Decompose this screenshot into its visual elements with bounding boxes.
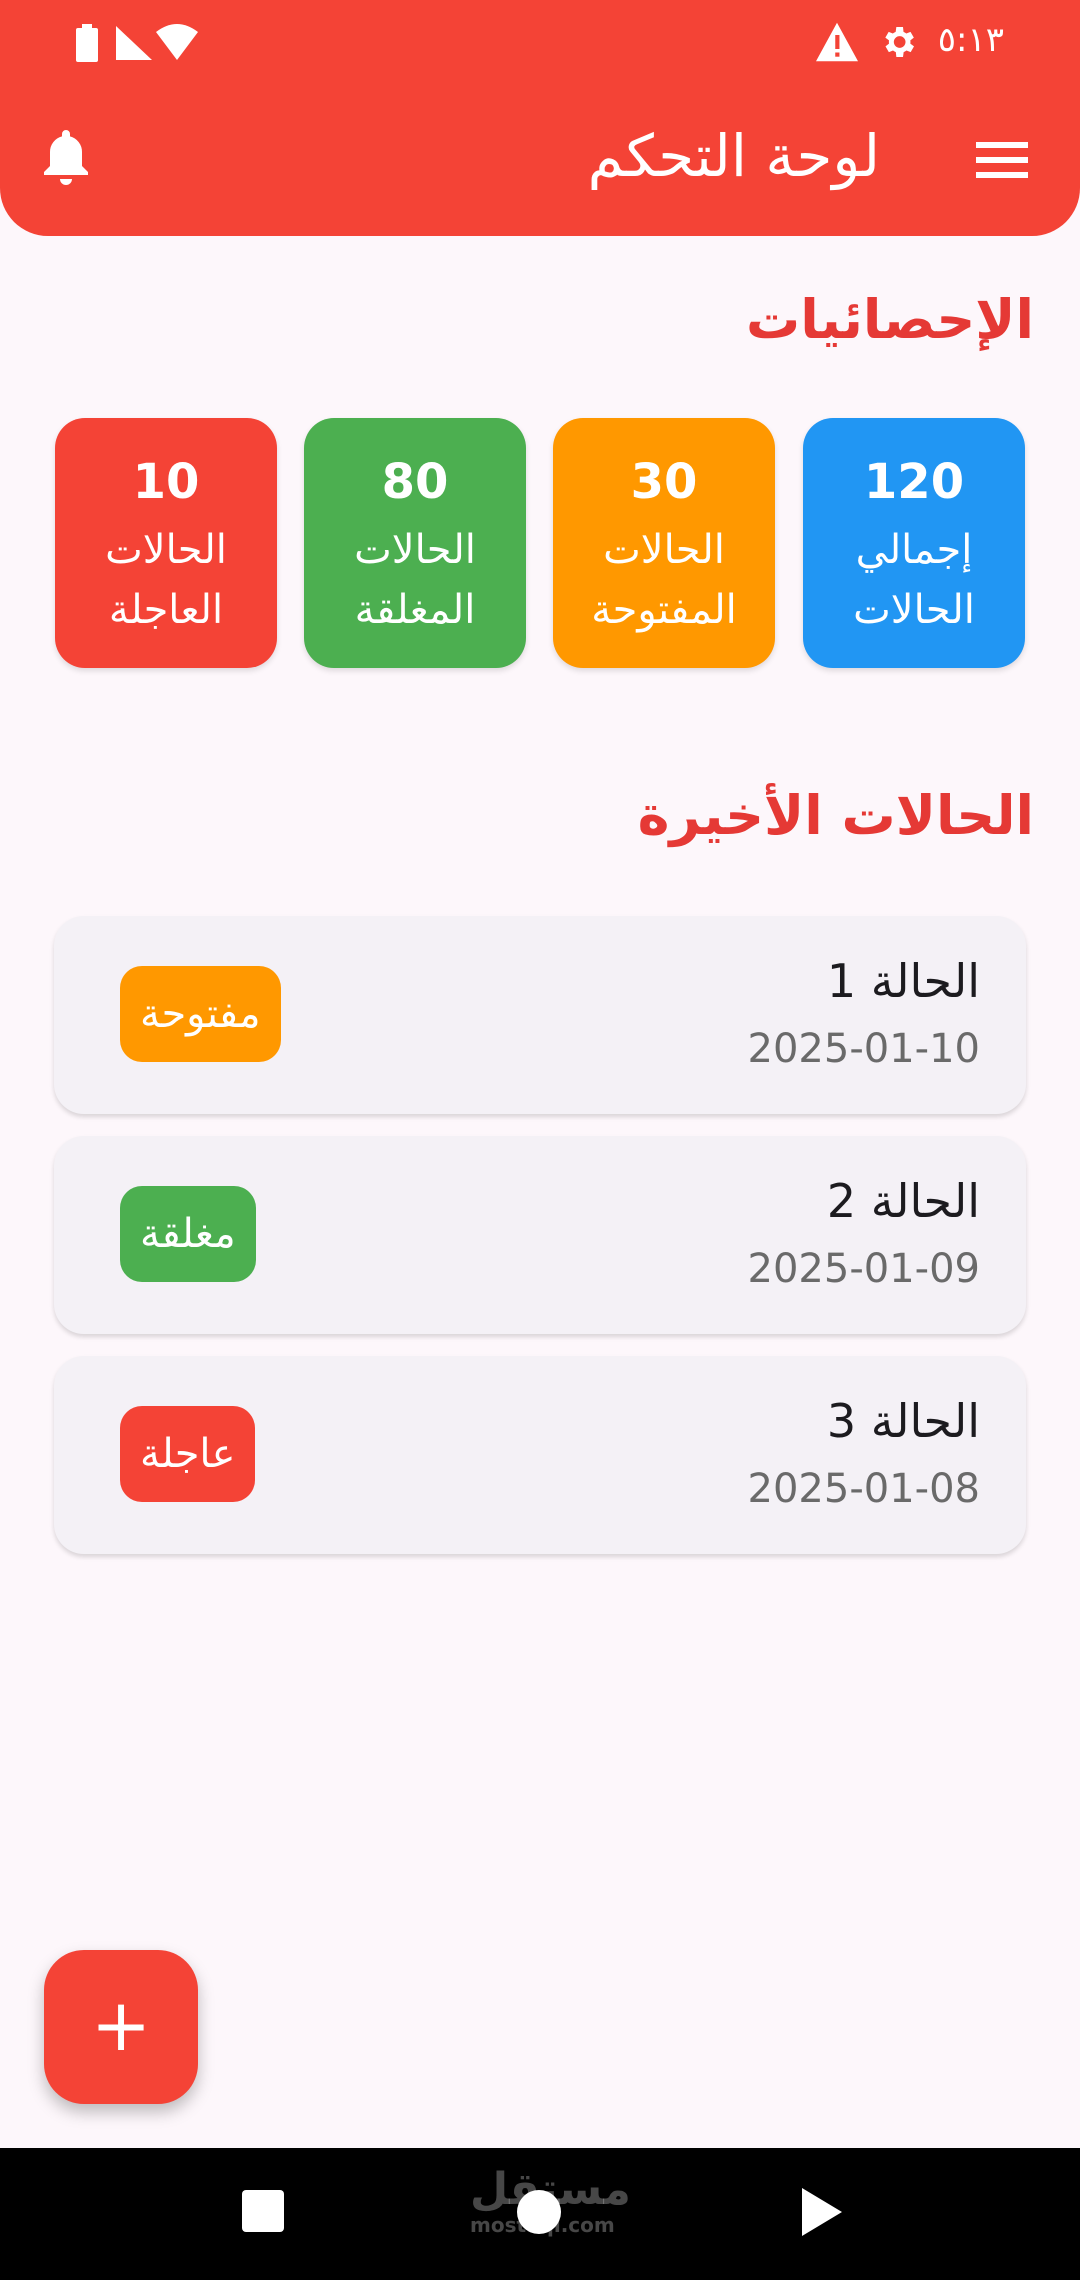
case-title: الحالة 3 <box>826 1394 980 1448</box>
menu-icon[interactable] <box>976 138 1028 182</box>
system-nav-bar: مستقل mostaql.com <box>0 2148 1080 2280</box>
signal-icon <box>116 26 152 60</box>
case-card-2[interactable]: الحالة 2 2025-01-09 مغلقة <box>54 1136 1026 1334</box>
page-title: لوحة التحكم <box>587 122 880 190</box>
stat-value: 120 <box>863 454 965 510</box>
wifi-icon <box>156 24 198 60</box>
battery-icon <box>76 24 98 62</box>
status-badge: مفتوحة <box>120 966 281 1062</box>
recent-apps-icon[interactable] <box>242 2190 284 2232</box>
stat-card-total[interactable]: 120 إجمالي الحالات <box>803 418 1025 668</box>
recent-cases-title: الحالات الأخيرة <box>637 784 1034 847</box>
stat-card-open[interactable]: 30 الحالات المفتوحة <box>553 418 775 668</box>
status-time: ٥:١٣ <box>937 20 1004 60</box>
stat-label: الحالات المفتوحة <box>591 527 737 633</box>
watermark-latin: mostaql.com <box>470 2213 615 2237</box>
case-date: 2025-01-08 <box>747 1466 980 1512</box>
alert-icon <box>816 22 858 62</box>
status-badge: عاجلة <box>120 1406 256 1502</box>
plus-icon: + <box>90 1983 152 2067</box>
stat-value: 30 <box>630 454 698 510</box>
stat-value: 80 <box>381 454 449 510</box>
dashboard-screen: ٥:١٣ لوحة التحكم الإحصائيات 120 إجمالي ا… <box>0 0 1080 2280</box>
stat-card-urgent[interactable]: 10 الحالات العاجلة <box>55 418 277 668</box>
case-title: الحالة 2 <box>826 1174 980 1228</box>
case-card-3[interactable]: الحالة 3 2025-01-08 عاجلة <box>54 1356 1026 1554</box>
stats-title: الإحصائيات <box>746 288 1034 351</box>
case-date: 2025-01-10 <box>747 1026 980 1072</box>
app-header: ٥:١٣ لوحة التحكم <box>0 0 1080 236</box>
case-card-1[interactable]: الحالة 1 2025-01-10 مفتوحة <box>54 916 1026 1114</box>
stat-label: الحالات المغلقة <box>354 527 476 633</box>
case-date: 2025-01-09 <box>747 1246 980 1292</box>
stat-label: الحالات العاجلة <box>105 527 227 633</box>
watermark: مستقل mostaql.com <box>470 2164 631 2237</box>
status-bar: ٥:١٣ <box>0 0 1080 86</box>
settings-icon <box>885 27 914 57</box>
back-icon[interactable] <box>802 2188 842 2236</box>
watermark-arabic: مستقل <box>470 2164 631 2215</box>
stat-value: 10 <box>132 454 200 510</box>
stat-card-closed[interactable]: 80 الحالات المغلقة <box>304 418 526 668</box>
bell-icon[interactable] <box>42 130 90 188</box>
status-badge: مغلقة <box>120 1186 256 1282</box>
stat-label: إجمالي الحالات <box>853 527 975 633</box>
case-title: الحالة 1 <box>826 954 980 1008</box>
add-case-button[interactable]: + <box>44 1950 198 2104</box>
